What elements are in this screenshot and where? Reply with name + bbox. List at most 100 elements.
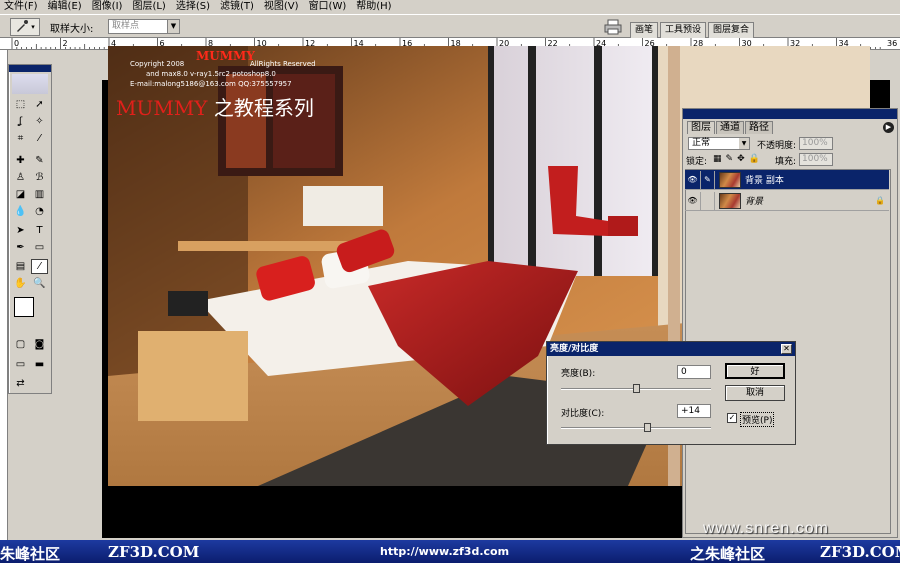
slice-tool-icon[interactable]: ⁄ [31,131,48,146]
menu-select[interactable]: 选择(S) [176,0,210,14]
banner-url[interactable]: http://www.zf3d.com [380,545,509,558]
move-tool-icon[interactable]: ➚ [31,97,48,112]
menu-layer[interactable]: 图层(L) [132,0,165,14]
layer-thumbnail [719,171,741,188]
menu-bar: 文件(F) 编辑(E) 图像(I) 图层(L) 选择(S) 滤镜(T) 视图(V… [0,0,900,14]
banner-community-left: 朱峰社区 [0,545,61,563]
lock-icon: 🔒 [875,196,885,205]
toolbox: ⬚ ➚ ʆ ✧ ⌗ ⁄ ✚ ✎ ♙ ℬ ◪ ▥ 💧 ◔ ➤ T ✒ ▭ ▤ ⁄ … [8,64,52,394]
layer-row[interactable]: 👁 ✎ 背景 副本 [685,170,889,190]
watermark-text: www.snren.com [703,520,829,537]
layer-row[interactable]: 👁 背景 🔒 [685,191,889,211]
site-banner: 朱峰社区 ZF3D.COM http://www.zf3d.com 之朱峰社区 … [0,540,900,563]
zoom-tool-icon[interactable]: 🔍 [31,276,48,291]
jump-to-imageready-icon[interactable]: ⇄ [12,376,29,391]
dialog-title[interactable]: 亮度/对比度 [547,342,795,356]
menu-help[interactable]: 帮助(H) [356,0,391,14]
banner-community-right: 之朱峰社区 [690,545,766,563]
type-tool-icon[interactable]: T [31,223,48,238]
eye-icon[interactable]: 👁 [685,170,701,189]
chevron-down-icon: ▼ [739,138,749,149]
menu-file[interactable]: 文件(F) [4,0,38,14]
sample-size-select[interactable]: 取样点 ▼ [108,19,180,34]
clone-stamp-icon[interactable]: ♙ [12,170,29,185]
tab-channels[interactable]: 通道 [716,121,744,134]
lock-transparency-icon[interactable]: ▦ [713,154,722,164]
printer-icon[interactable] [604,19,622,35]
brand-logo-text: MUMMY [196,49,255,63]
shape-tool-icon[interactable]: ▭ [31,240,48,255]
blur-tool-icon[interactable]: 💧 [12,204,29,219]
sample-size-label: 取样大小: [50,24,94,35]
banner-site-left: ZF3D.COM [108,543,200,561]
preview-checkbox[interactable]: ✓ [727,413,737,423]
lock-image-icon[interactable]: ✎ [726,154,734,164]
layers-palette-titlebar[interactable] [683,109,897,119]
vertical-ruler [0,50,8,540]
series-title-brand: MUMMY [116,96,208,120]
contrast-label: 对比度(C): [561,409,605,419]
opacity-field[interactable]: 100% [799,137,833,150]
layers-palette: 图层 通道 路径 ▶ 正常 ▼ 不透明度: 100% 锁定: ▦ ✎ ✥ 🔒 填… [682,108,898,538]
lock-all-icon[interactable]: 🔒 [749,154,760,164]
menu-edit[interactable]: 编辑(E) [48,0,82,14]
brush-slot [701,191,715,210]
brightness-contrast-dialog: 亮度/对比度 ✕ 亮度(B): 0 对比度(C): +14 好 取消 ✓ 预览(… [546,341,796,445]
fullscreen-mode-icon[interactable]: ▬ [31,357,48,372]
lasso-tool-icon[interactable]: ʆ [12,114,29,129]
tab-brushes[interactable]: 画笔 [630,22,659,38]
chevron-down-icon: ▾ [31,23,35,31]
pen-tool-icon[interactable]: ✒ [12,240,29,255]
lock-label: 锁定: [686,157,708,167]
brightness-slider[interactable] [561,384,711,393]
brightness-label: 亮度(B): [561,369,596,379]
foreground-color-swatch[interactable] [14,297,34,317]
notes-tool-icon[interactable]: ▤ [12,259,29,274]
lock-position-icon[interactable]: ✥ [737,154,745,164]
tab-paths[interactable]: 路径 [745,121,773,134]
menu-filter[interactable]: 滤镜(T) [220,0,254,14]
magic-wand-icon[interactable]: ✧ [31,114,48,129]
tab-layers[interactable]: 图层 [687,121,715,134]
tab-tool-presets[interactable]: 工具预设 [660,22,707,38]
blend-mode-select[interactable]: 正常 ▼ [688,137,750,150]
crop-tool-icon[interactable]: ⌗ [12,131,29,146]
opacity-label: 不透明度: [757,141,797,151]
cancel-button[interactable]: 取消 [725,385,785,401]
dodge-tool-icon[interactable]: ◔ [31,204,48,219]
brightness-slider-thumb[interactable] [633,384,640,393]
history-brush-icon[interactable]: ℬ [31,170,48,185]
contrast-slider-thumb[interactable] [643,423,651,432]
brush-tool-icon[interactable]: ✎ [31,153,48,168]
close-icon[interactable]: ✕ [781,344,792,354]
eyedropper-tool-icon[interactable]: ⁄ [31,259,48,274]
eyedropper-icon [15,19,29,36]
eraser-tool-icon[interactable]: ◪ [12,187,29,202]
tab-layer-comps[interactable]: 图层复合 [708,22,755,38]
feather-logo-icon[interactable] [12,74,48,94]
eye-icon[interactable]: 👁 [685,191,701,210]
contrast-slider[interactable] [561,423,711,432]
series-title-text: 之教程系列 [213,96,314,120]
gradient-tool-icon[interactable]: ▥ [31,187,48,202]
palette-menu-icon[interactable]: ▶ [883,122,894,133]
tool-preset-picker[interactable]: ▾ [10,18,40,36]
menu-view[interactable]: 视图(V) [264,0,299,14]
sample-size-value: 取样点 [112,21,140,31]
path-select-icon[interactable]: ➤ [12,223,29,238]
healing-brush-icon[interactable]: ✚ [12,153,29,168]
lock-options: ▦ ✎ ✥ 🔒 [713,154,760,164]
ok-button[interactable]: 好 [725,363,785,379]
options-bar: ▾ 取样大小: 取样点 ▼ 画笔 工具预设 图层复合 [0,14,900,38]
toolbox-titlebar[interactable] [9,65,51,72]
screen-mode-icon[interactable]: ▭ [12,357,29,372]
contrast-input[interactable]: +14 [677,404,711,418]
menu-window[interactable]: 窗口(W) [309,0,347,14]
standard-mode-icon[interactable]: ▢ [12,337,29,352]
menu-image[interactable]: 图像(I) [92,0,123,14]
quick-mask-icon[interactable]: ◙ [31,337,48,352]
fill-field[interactable]: 100% [799,153,833,166]
marquee-tool-icon[interactable]: ⬚ [12,97,29,112]
hand-tool-icon[interactable]: ✋ [12,276,29,291]
brightness-input[interactable]: 0 [677,365,711,379]
